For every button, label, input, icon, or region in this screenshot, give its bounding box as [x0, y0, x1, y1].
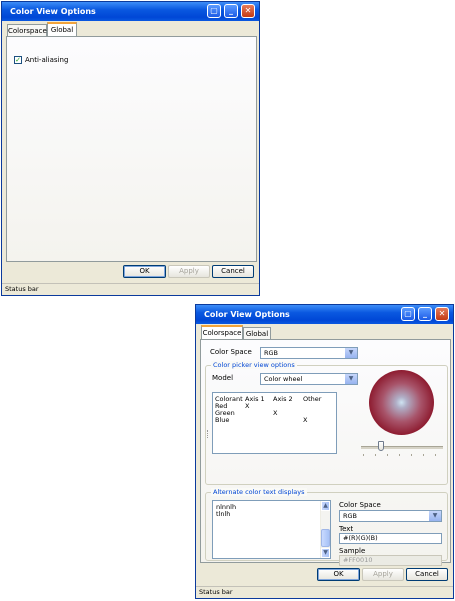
- close-icon[interactable]: ✕: [435, 307, 449, 321]
- colorspace-tab-panel: Color Space RGB ▼ Color picker view opti…: [200, 339, 451, 566]
- color-space-select[interactable]: RGB ▼: [260, 347, 358, 359]
- color-wheel-slider[interactable]: [361, 441, 443, 457]
- text-format-field[interactable]: #(R)(G)(B): [339, 533, 442, 544]
- scroll-up-icon[interactable]: ▲: [321, 501, 330, 511]
- apply-button[interactable]: Apply: [362, 568, 404, 581]
- color-space-label: Color Space: [210, 348, 252, 356]
- column-header: Other: [303, 395, 322, 403]
- chevron-down-icon: ▼: [344, 374, 357, 384]
- restore-icon[interactable]: ▢: [401, 307, 415, 321]
- color-view-options-window-colorspace: Color View Options ▢ _ ✕ Colorspace Glob…: [195, 304, 454, 599]
- minimize-icon[interactable]: _: [224, 4, 238, 18]
- alternate-color-text-displays-group: Alternate color text displays nlnnlh tln…: [205, 488, 448, 566]
- window-title: Color View Options: [204, 310, 290, 319]
- status-bar: Status bar: [2, 283, 259, 295]
- alternate-formats-list[interactable]: nlnnlh tlnlh ▲ ▼: [212, 500, 331, 559]
- slider-track: [361, 446, 443, 449]
- sample-field: #FF0010: [339, 555, 442, 566]
- column-header: Axis 2: [273, 395, 293, 403]
- cancel-button[interactable]: Cancel: [212, 265, 254, 278]
- tab-colorspace[interactable]: Colorspace: [201, 325, 243, 340]
- anti-aliasing-label: Anti-aliasing: [25, 56, 69, 64]
- text-label: Text: [339, 525, 354, 533]
- apply-button[interactable]: Apply: [168, 265, 210, 278]
- color-picker-view-options-group: Color picker view options Model Color wh…: [205, 361, 448, 485]
- restore-icon[interactable]: ▢: [207, 4, 221, 18]
- chevron-down-icon: ▼: [344, 348, 357, 358]
- title-bar[interactable]: Color View Options ▢ _ ✕: [2, 2, 259, 21]
- window-title: Color View Options: [10, 7, 96, 16]
- scrollbar-thumb[interactable]: [321, 529, 330, 547]
- axes-table[interactable]: Colorant Axis 1 Axis 2 Other Red X Green…: [212, 392, 337, 454]
- chevron-down-icon: ▼: [428, 511, 441, 521]
- ok-button[interactable]: OK: [123, 265, 166, 278]
- alt-color-space-label: Color Space: [339, 501, 381, 509]
- model-select[interactable]: Color wheel ▼: [260, 373, 358, 385]
- color-view-options-window-global: Color View Options ▢ _ ✕ Colorspace Glob…: [1, 1, 260, 296]
- slider-thumb[interactable]: [378, 441, 384, 451]
- scroll-down-icon[interactable]: ▼: [321, 548, 330, 558]
- tab-global[interactable]: Global: [47, 22, 77, 37]
- global-tab-panel: ✓ Anti-aliasing: [6, 36, 257, 262]
- cancel-button[interactable]: Cancel: [406, 568, 448, 581]
- color-wheel[interactable]: [369, 370, 434, 435]
- list-scrollbar[interactable]: ▲ ▼: [320, 501, 330, 558]
- group-title: Color picker view options: [211, 361, 297, 369]
- splitter-handle[interactable]: [207, 430, 211, 438]
- slider-ticks: [363, 454, 441, 456]
- alt-color-space-select[interactable]: RGB ▼: [339, 510, 442, 522]
- group-title: Alternate color text displays: [211, 488, 307, 496]
- title-bar[interactable]: Color View Options ▢ _ ✕: [196, 305, 453, 324]
- minimize-icon[interactable]: _: [418, 307, 432, 321]
- model-label: Model: [212, 374, 234, 382]
- table-row[interactable]: Blue X: [215, 417, 335, 425]
- ok-button[interactable]: OK: [317, 568, 360, 581]
- close-icon[interactable]: ✕: [241, 4, 255, 18]
- sample-label: Sample: [339, 547, 366, 555]
- anti-aliasing-checkbox[interactable]: ✓: [14, 56, 22, 64]
- status-bar: Status bar: [196, 586, 453, 598]
